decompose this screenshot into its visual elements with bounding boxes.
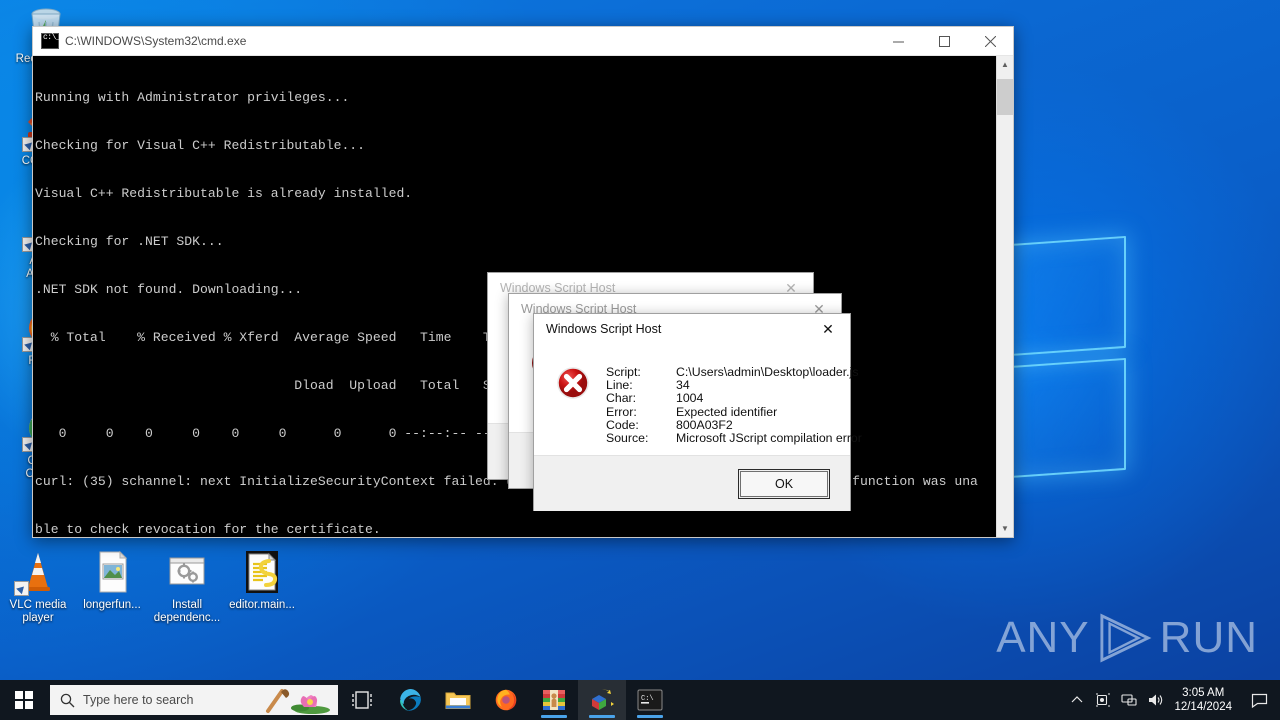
desktop-icon-label: editor.main... (229, 599, 295, 611)
vlc-icon (14, 548, 62, 596)
error-field-value: 34 (676, 378, 690, 393)
cmd-titlebar[interactable]: C:\WINDOWS\System32\cmd.exe (33, 27, 1013, 56)
error-field-value: 800A03F2 (676, 417, 733, 432)
chevron-up-icon (1072, 696, 1083, 703)
image-file-icon (88, 548, 136, 596)
taskbar-wscript[interactable] (578, 680, 626, 720)
screen-record-icon (1096, 693, 1111, 707)
taskbar-clock[interactable]: 3:05 AM 12/14/2024 (1168, 686, 1242, 714)
scroll-track[interactable] (997, 73, 1013, 520)
search-placeholder: Type here to search (83, 693, 194, 707)
wsh-dialog-front[interactable]: Windows Script Host ✕ Script: C:\Users\a… (533, 313, 862, 512)
error-circle-icon (556, 366, 590, 400)
svg-text:C:\: C:\ (641, 695, 654, 703)
search-input[interactable]: Type here to search (50, 685, 338, 715)
action-center-button[interactable] (1242, 680, 1276, 720)
clock-time: 3:05 AM (1182, 687, 1225, 699)
desktop-icon-longerfun[interactable]: longerfun... (74, 548, 150, 612)
cmd-line: ble to check revocation for the certific… (35, 522, 381, 537)
gear-window-icon (163, 548, 211, 596)
speaker-icon (1148, 694, 1163, 706)
cmd-icon: C:\ (637, 689, 663, 711)
error-field-label: Char: (606, 391, 637, 406)
search-icon (60, 693, 75, 707)
clock-date: 12/14/2024 (1174, 701, 1232, 713)
wsh-body: Script: C:\Users\admin\Desktop\loader.js… (534, 344, 862, 456)
anyrun-play-icon (1100, 613, 1152, 663)
error-field-label: Error: (606, 404, 637, 419)
wallpaper-pane-1 (1008, 235, 1126, 357)
taskbar-cmd[interactable]: C:\ (626, 680, 674, 720)
cmd-line: Running with Administrator privileges... (35, 90, 350, 105)
network-icon (1121, 694, 1137, 706)
wsh-titlebar[interactable]: Windows Script Host ✕ (534, 314, 850, 344)
folder-icon (445, 692, 471, 709)
wsh-footer: OK (534, 455, 850, 512)
scroll-thumb[interactable] (997, 79, 1013, 115)
tray-screen-record[interactable] (1090, 680, 1116, 720)
cmd-line: Checking for Visual C++ Redistributable.… (35, 138, 366, 153)
cmd-window-title: C:\WINDOWS\System32\cmd.exe (65, 34, 247, 48)
watermark-text-left: ANY (996, 613, 1090, 662)
window-controls (875, 27, 1013, 56)
error-field-label: Source: (606, 430, 649, 445)
search-decoration-icon (266, 689, 330, 714)
script-file-icon (238, 548, 286, 596)
task-view-button[interactable] (338, 680, 386, 720)
error-field-label: Code: (606, 417, 639, 432)
desktop-icon-label: VLC media player (9, 599, 67, 624)
error-field-value: C:\Users\admin\Desktop\loader.js (676, 365, 859, 379)
desktop-icon-label: longerfun... (83, 599, 141, 611)
cmd-scrollbar[interactable]: ▲ ▼ (996, 56, 1013, 537)
start-button[interactable] (0, 680, 48, 720)
taskbar-file-explorer[interactable] (434, 680, 482, 720)
taskbar-firefox[interactable] (482, 680, 530, 720)
tray-network[interactable] (1116, 680, 1142, 720)
wsh-title-text: Windows Script Host (546, 322, 662, 336)
tray-volume[interactable] (1142, 680, 1168, 720)
wallpaper-pane-2 (1008, 357, 1126, 479)
desktop-icon-vlc-media-player[interactable]: VLC media player (0, 548, 76, 625)
taskbar-winrar[interactable] (530, 680, 578, 720)
close-button[interactable] (967, 27, 1013, 56)
taskbar: Type here to search C:\ 3:05 AM 12/14/20… (0, 680, 1280, 720)
scroll-up-icon[interactable]: ▲ (997, 56, 1013, 73)
minimize-button[interactable] (875, 27, 921, 56)
show-hidden-icons-button[interactable] (1064, 680, 1090, 720)
error-details: Script: C:\Users\admin\Desktop\loader.js… (606, 365, 862, 445)
taskbar-edge[interactable] (386, 680, 434, 720)
cmd-line: Checking for .NET SDK... (35, 234, 224, 249)
cmd-icon (41, 33, 60, 49)
desktop-icon-label: Install dependenc... (153, 599, 221, 624)
desktop-screen: ANY RUN Recycle Bin (0, 0, 1280, 720)
close-icon[interactable]: ✕ (806, 314, 850, 344)
anyrun-watermark: ANY RUN (996, 612, 1258, 664)
speech-bubble-icon (1251, 693, 1267, 708)
edge-icon (400, 689, 421, 711)
error-field-value: Expected identifier (676, 404, 778, 419)
ok-button[interactable]: OK (738, 468, 830, 499)
desktop-icon-install-dependencies[interactable]: Install dependenc... (149, 548, 225, 625)
desktop-icon-editor-main[interactable]: editor.main... (224, 548, 300, 612)
winrar-icon (543, 690, 565, 710)
windows-logo-icon (15, 691, 33, 709)
task-view-icon (352, 691, 372, 709)
cmd-line: Visual C++ Redistributable is already in… (35, 186, 413, 201)
firefox-icon (495, 689, 517, 711)
scroll-down-icon[interactable]: ▼ (997, 520, 1013, 537)
wscript-icon (592, 689, 614, 710)
error-field-value: Microsoft JScript compilation error (676, 430, 862, 445)
system-tray: 3:05 AM 12/14/2024 (1064, 680, 1280, 720)
watermark-text-right: RUN (1159, 613, 1258, 662)
shortcut-arrow-icon (14, 581, 29, 596)
error-field-value: 1004 (676, 391, 704, 406)
maximize-button[interactable] (921, 27, 967, 56)
